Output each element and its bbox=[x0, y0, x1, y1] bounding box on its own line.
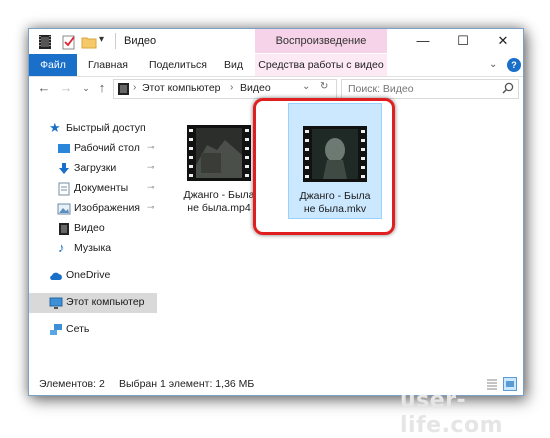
computer-icon bbox=[49, 297, 63, 309]
music-icon: ♪ bbox=[58, 240, 65, 255]
sidebar-item-videos[interactable]: Видео bbox=[29, 219, 157, 239]
title-divider bbox=[115, 33, 116, 49]
search-input[interactable] bbox=[348, 81, 498, 97]
file-name: Джанго - Была не была.mkv bbox=[289, 190, 381, 216]
expand-ribbon-icon[interactable]: ⌄ bbox=[489, 54, 497, 76]
title-bar[interactable]: ▾ Видео Воспроизведение — ☐ ✕ bbox=[29, 29, 523, 55]
selection-info: Выбран 1 элемент: 1,36 МБ bbox=[119, 378, 255, 390]
address-dropdown-icon[interactable]: ⌄ bbox=[302, 81, 310, 92]
sidebar-item-quick-access[interactable]: ★ Быстрый доступ bbox=[29, 119, 157, 139]
navigation-pane: ★ Быстрый доступ Рабочий стол ⊸ Загрузки… bbox=[29, 113, 157, 369]
file-name-line: не была.mkv bbox=[303, 203, 367, 215]
breadcrumb-separator: › bbox=[133, 82, 137, 93]
sidebar-item-this-pc[interactable]: Этот компьютер bbox=[29, 293, 157, 313]
close-button[interactable]: ✕ bbox=[483, 29, 523, 53]
navigation-bar: ← → ⌄ ↑ › Этот компьютер › Видео ⌄ ↻ bbox=[29, 77, 523, 101]
sidebar-item-label: Загрузки bbox=[74, 162, 117, 174]
breadcrumb-this-pc[interactable]: Этот компьютер bbox=[142, 82, 221, 94]
file-name-line: не была.mp4 bbox=[187, 202, 251, 214]
maximize-button[interactable]: ☐ bbox=[443, 29, 483, 53]
sidebar-item-label: Видео bbox=[74, 222, 105, 234]
file-item-mp4[interactable]: Джанго - Была не была.mp4 bbox=[173, 103, 265, 217]
sidebar-item-label: Этот компьютер bbox=[66, 296, 145, 308]
file-list: Джанго - Была не была.mp4 Джанго - Была … bbox=[160, 101, 522, 371]
back-icon[interactable]: ← bbox=[35, 79, 53, 97]
file-name: Джанго - Была не была.mp4 bbox=[173, 189, 265, 215]
sidebar-item-pictures[interactable]: Изображения ⊸ bbox=[29, 199, 157, 219]
cloud-icon bbox=[50, 272, 62, 280]
pin-icon: ⊸ bbox=[147, 202, 155, 212]
explorer-window: ▾ Видео Воспроизведение — ☐ ✕ Файл Главн… bbox=[28, 28, 524, 396]
search-icon[interactable] bbox=[502, 82, 514, 94]
pin-icon: ⊸ bbox=[147, 162, 155, 172]
pin-icon: ⊸ bbox=[147, 142, 155, 152]
pictures-icon bbox=[57, 203, 71, 215]
file-name-line: Джанго - Была bbox=[299, 190, 371, 202]
videos-icon bbox=[59, 223, 69, 235]
sidebar-item-label: Изображения bbox=[74, 202, 140, 214]
tab-share[interactable]: Поделиться bbox=[149, 54, 207, 76]
minimize-button[interactable]: — bbox=[403, 29, 443, 53]
sidebar-item-network[interactable]: Сеть bbox=[29, 320, 157, 340]
watermark: user-life.com bbox=[400, 388, 504, 438]
tab-home[interactable]: Главная bbox=[88, 54, 128, 76]
help-icon[interactable]: ? bbox=[507, 58, 521, 72]
file-item-mkv[interactable]: Джанго - Была не была.mkv bbox=[288, 103, 382, 219]
tab-view[interactable]: Вид bbox=[224, 54, 243, 76]
star-icon: ★ bbox=[49, 120, 61, 135]
new-folder-icon[interactable] bbox=[81, 34, 97, 50]
video-folder-icon bbox=[39, 35, 51, 49]
item-count: Элементов: 2 bbox=[39, 378, 105, 390]
downloads-icon bbox=[59, 163, 69, 174]
sidebar-item-onedrive[interactable]: OneDrive bbox=[29, 266, 157, 286]
customize-toolbar-icon[interactable]: ▾ bbox=[99, 34, 115, 50]
sidebar-item-desktop[interactable]: Рабочий стол ⊸ bbox=[29, 139, 157, 159]
sidebar-item-label: OneDrive bbox=[66, 269, 111, 281]
video-thumbnail bbox=[187, 125, 251, 181]
video-folder-icon bbox=[118, 83, 129, 95]
breadcrumb-videos[interactable]: Видео bbox=[240, 82, 271, 94]
window-title: Видео bbox=[124, 35, 157, 47]
properties-icon[interactable] bbox=[61, 34, 77, 50]
address-bar[interactable]: › Этот компьютер › Видео ⌄ ↻ bbox=[113, 79, 337, 99]
sidebar-item-label: Быстрый доступ bbox=[66, 122, 146, 134]
up-icon[interactable]: ↑ bbox=[93, 79, 111, 97]
network-icon bbox=[50, 324, 62, 335]
documents-icon bbox=[58, 182, 70, 196]
tab-file[interactable]: Файл bbox=[29, 54, 77, 76]
contextual-tab-header: Воспроизведение bbox=[255, 29, 387, 53]
tab-video-tools[interactable]: Средства работы с видео bbox=[255, 54, 387, 76]
sidebar-item-label: Музыка bbox=[74, 242, 112, 254]
search-box[interactable] bbox=[341, 79, 519, 99]
refresh-icon[interactable]: ↻ bbox=[320, 81, 328, 92]
file-name-line: Джанго - Была bbox=[183, 189, 255, 201]
desktop-icon bbox=[58, 144, 70, 153]
forward-icon[interactable]: → bbox=[57, 79, 75, 97]
breadcrumb-separator: › bbox=[230, 82, 234, 93]
sidebar-item-label: Документы bbox=[74, 182, 129, 194]
sidebar-item-label: Сеть bbox=[66, 323, 90, 335]
sidebar-item-music[interactable]: ♪ Музыка bbox=[29, 239, 157, 259]
ribbon-tabs: Файл Главная Поделиться Вид Средства раб… bbox=[29, 54, 523, 77]
sidebar-item-downloads[interactable]: Загрузки ⊸ bbox=[29, 159, 157, 179]
pin-icon: ⊸ bbox=[147, 182, 155, 192]
video-thumbnail bbox=[303, 126, 367, 182]
sidebar-item-documents[interactable]: Документы ⊸ bbox=[29, 179, 157, 199]
sidebar-item-label: Рабочий стол bbox=[74, 142, 140, 154]
